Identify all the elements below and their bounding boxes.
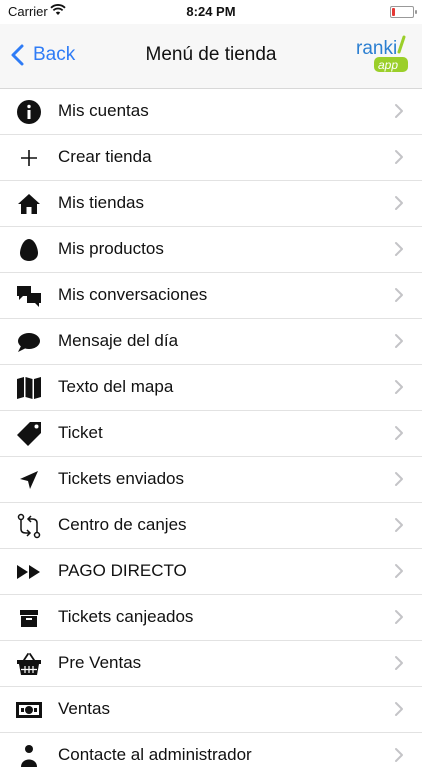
navigation-bar: Back Menú de tienda ranki app (0, 24, 422, 89)
menu-item-label: Ventas (58, 699, 110, 718)
speech-bubble-icon (18, 333, 40, 352)
home-icon (18, 194, 40, 214)
menu-item-ticket[interactable]: Ticket (0, 411, 422, 457)
menu-item-label: Crear tienda (58, 147, 152, 166)
menu-item-label: Mis productos (58, 239, 164, 258)
egg-icon (20, 239, 38, 261)
chevron-right-icon (395, 564, 403, 578)
chevron-right-icon (395, 518, 403, 532)
chevron-right-icon (395, 748, 403, 762)
menu-item-label: Tickets canjeados (58, 607, 194, 626)
person-icon (21, 745, 37, 767)
menu-item-pago-directo[interactable]: PAGO DIRECTO (0, 549, 422, 595)
status-bar: Carrier 8:24 PM (0, 0, 422, 24)
chevron-right-icon (395, 702, 403, 716)
chevron-right-icon (395, 380, 403, 394)
menu-item-tickets-canjeados[interactable]: Tickets canjeados (0, 595, 422, 641)
logo-text-ranki: ranki (356, 38, 397, 59)
chevron-right-icon (395, 334, 403, 348)
clock-time: 8:24 PM (186, 4, 236, 19)
menu-item-label: Centro de canjes (58, 515, 187, 534)
menu-item-label: PAGO DIRECTO (58, 561, 187, 580)
menu-item-label: Mis conversaciones (58, 285, 208, 304)
cash-icon (16, 702, 42, 718)
menu-item-centro-de-canjes[interactable]: Centro de canjes (0, 503, 422, 549)
map-icon (17, 377, 41, 399)
menu-item-mis-tiendas[interactable]: Mis tiendas (0, 181, 422, 227)
menu-item-tickets-enviados[interactable]: Tickets enviados (0, 457, 422, 503)
menu-item-crear-tienda[interactable]: Crear tienda (0, 135, 422, 181)
chevron-right-icon (395, 150, 403, 164)
menu-item-mis-cuentas[interactable]: Mis cuentas (0, 89, 422, 135)
logo-text-app: app (378, 58, 398, 72)
chevron-right-icon (395, 196, 403, 210)
menu-item-label: Mis tiendas (58, 193, 144, 212)
menu-item-label: Pre Ventas (58, 653, 142, 672)
ranki-logo: ranki app (356, 35, 408, 72)
chevron-right-icon (395, 656, 403, 670)
chevron-right-icon (395, 472, 403, 486)
send-icon (20, 471, 38, 489)
menu-item-label: Mis cuentas (58, 101, 149, 120)
menu-item-mis-productos[interactable]: Mis productos (0, 227, 422, 273)
menu-item-texto-del-mapa[interactable]: Texto del mapa (0, 365, 422, 411)
menu-list: Mis cuentas Crear tienda Mis tiendas Mis… (0, 89, 422, 778)
menu-item-label: Ticket (58, 423, 103, 442)
archive-box-icon (20, 610, 38, 627)
chevron-right-icon (395, 426, 403, 440)
menu-item-ventas[interactable]: Ventas (0, 687, 422, 733)
menu-item-label: Mensaje del día (58, 331, 179, 350)
tag-icon (17, 422, 41, 446)
menu-item-contacte-al-administrador[interactable]: Contacte al administrador (0, 733, 422, 778)
menu-item-label: Contacte al administrador (58, 745, 252, 764)
fast-forward-icon (17, 565, 40, 579)
basket-icon (17, 653, 41, 675)
menu-item-label: Tickets enviados (58, 469, 184, 488)
menu-item-pre-ventas[interactable]: Pre Ventas (0, 641, 422, 687)
chevron-right-icon (395, 610, 403, 624)
menu-item-mensaje-del-dia[interactable]: Mensaje del día (0, 319, 422, 365)
exchange-icon (17, 513, 41, 539)
menu-item-mis-conversaciones[interactable]: Mis conversaciones (0, 273, 422, 319)
plus-icon (21, 150, 37, 166)
chevron-right-icon (395, 288, 403, 302)
battery-icon (390, 6, 417, 18)
chevron-right-icon (395, 242, 403, 256)
chat-bubbles-icon (17, 286, 41, 307)
menu-item-label: Texto del mapa (58, 377, 174, 396)
info-icon (17, 100, 41, 124)
chevron-right-icon (395, 104, 403, 118)
